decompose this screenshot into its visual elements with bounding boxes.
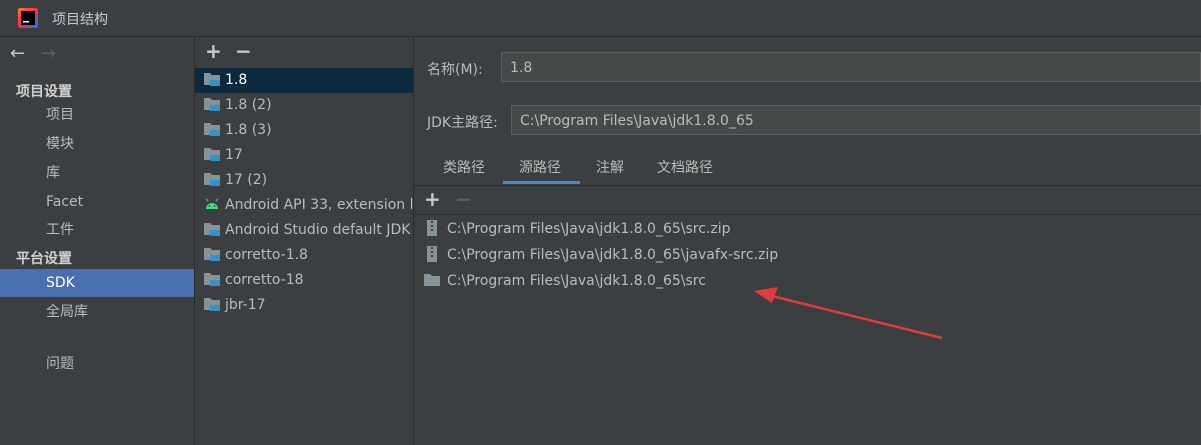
intellij-logo-icon <box>18 8 38 28</box>
jdk-folder-icon <box>204 173 220 186</box>
nav-item-sdk[interactable]: SDK <box>0 269 194 297</box>
jdk-folder-icon <box>204 273 220 286</box>
jdk-folder-icon <box>204 248 220 261</box>
sdk-list-panel: + − 1.8 1.8 (2) 1.8 (3) 17 17 (2) Androi… <box>195 37 414 445</box>
android-icon <box>206 198 218 209</box>
path-tabs: 类路径 源路径 注解 文档路径 <box>414 149 1201 186</box>
sdk-item-label: corretto-18 <box>225 272 304 288</box>
nav-item-problems[interactable]: 问题 <box>0 350 194 378</box>
nav-item-facets[interactable]: Facet <box>0 188 194 216</box>
zip-archive-icon <box>427 246 437 262</box>
window-title: 项目结构 <box>52 12 108 28</box>
nav-item-libraries[interactable]: 库 <box>0 159 194 187</box>
sdk-item-label: Android API 33, extension level 3 <box>225 197 414 213</box>
jdk-folder-icon <box>204 298 220 311</box>
nav-item-global-libraries[interactable]: 全局库 <box>0 298 194 326</box>
nav-item-project[interactable]: 项目 <box>0 101 194 129</box>
tab-annotations[interactable]: 注解 <box>596 157 624 177</box>
path-toolbar: + − <box>414 186 1201 215</box>
remove-sdk-button[interactable]: − <box>235 39 252 63</box>
path-item-label: C:\Program Files\Java\jdk1.8.0_65\src.zi… <box>447 221 731 237</box>
name-label: 名称(M): <box>427 62 483 78</box>
jdk-folder-icon <box>204 73 220 86</box>
tab-classpath[interactable]: 类路径 <box>443 157 485 177</box>
tab-sourcepath[interactable]: 源路径 <box>519 157 561 177</box>
jdk-home-field[interactable]: C:\Program Files\Java\jdk1.8.0_65 <box>511 105 1201 135</box>
sdk-item[interactable]: corretto-1.8 <box>195 243 413 268</box>
sdk-item[interactable]: 1.8 (3) <box>195 118 413 143</box>
add-path-button[interactable]: + <box>424 187 441 211</box>
name-field[interactable]: 1.8 <box>501 52 1201 82</box>
nav-arrows: ← → <box>10 43 66 65</box>
active-tab-indicator <box>503 181 580 184</box>
sdk-item[interactable]: 17 (2) <box>195 168 413 193</box>
jdk-home-label: JDK主路径: <box>427 115 498 131</box>
path-item-label: C:\Program Files\Java\jdk1.8.0_65\javafx… <box>447 247 779 263</box>
nav-item-artifacts[interactable]: 工件 <box>0 216 194 244</box>
path-item-label: C:\Program Files\Java\jdk1.8.0_65\src <box>447 273 706 289</box>
sdk-item-label: corretto-1.8 <box>225 247 308 263</box>
back-arrow-icon[interactable]: ← <box>10 43 25 64</box>
nav-item-modules[interactable]: 模块 <box>0 130 194 158</box>
path-item[interactable]: C:\Program Files\Java\jdk1.8.0_65\javafx… <box>424 242 778 268</box>
sdk-item[interactable]: corretto-18 <box>195 268 413 293</box>
zip-archive-icon <box>427 220 437 236</box>
sdk-item[interactable]: 17 <box>195 143 413 168</box>
add-sdk-button[interactable]: + <box>205 39 222 63</box>
tab-documentation-paths[interactable]: 文档路径 <box>657 157 713 177</box>
settings-nav: ← → 项目设置 项目 模块 库 Facet 工件 平台设置 SDK 全局库 问… <box>0 37 195 445</box>
jdk-folder-icon <box>204 98 220 111</box>
jdk-folder-icon <box>204 123 220 136</box>
sdk-item-label: 17 <box>225 147 243 163</box>
sdk-detail-panel: 名称(M): 1.8 JDK主路径: C:\Program Files\Java… <box>414 37 1201 445</box>
sdk-item-label: 1.8 (2) <box>225 97 272 113</box>
path-item[interactable]: C:\Program Files\Java\jdk1.8.0_65\src <box>424 268 706 294</box>
folder-icon <box>424 274 440 286</box>
remove-path-button[interactable]: − <box>455 187 472 211</box>
sdk-item-label: 17 (2) <box>225 172 268 188</box>
forward-arrow-icon[interactable]: → <box>41 43 56 64</box>
jdk-folder-icon <box>204 223 220 236</box>
title-bar: 项目结构 <box>0 0 1201 37</box>
project-settings-header: 项目设置 <box>16 84 72 100</box>
path-item[interactable]: C:\Program Files\Java\jdk1.8.0_65\src.zi… <box>424 216 731 242</box>
sdk-item-label: jbr-17 <box>225 297 266 313</box>
platform-settings-header: 平台设置 <box>16 251 72 267</box>
sdk-item[interactable]: Android Studio default JDK <box>195 218 413 243</box>
sdk-item[interactable]: 1.8 (2) <box>195 93 413 118</box>
jdk-folder-icon <box>204 148 220 161</box>
sdk-item-label: 1.8 (3) <box>225 122 272 138</box>
sdk-item-label: Android Studio default JDK <box>225 222 411 238</box>
sdk-item[interactable]: Android API 33, extension level 3 <box>195 193 413 218</box>
sdk-item-label: 1.8 <box>225 72 248 88</box>
sdk-item[interactable]: 1.8 <box>195 68 413 93</box>
sdk-item[interactable]: jbr-17 <box>195 293 413 318</box>
